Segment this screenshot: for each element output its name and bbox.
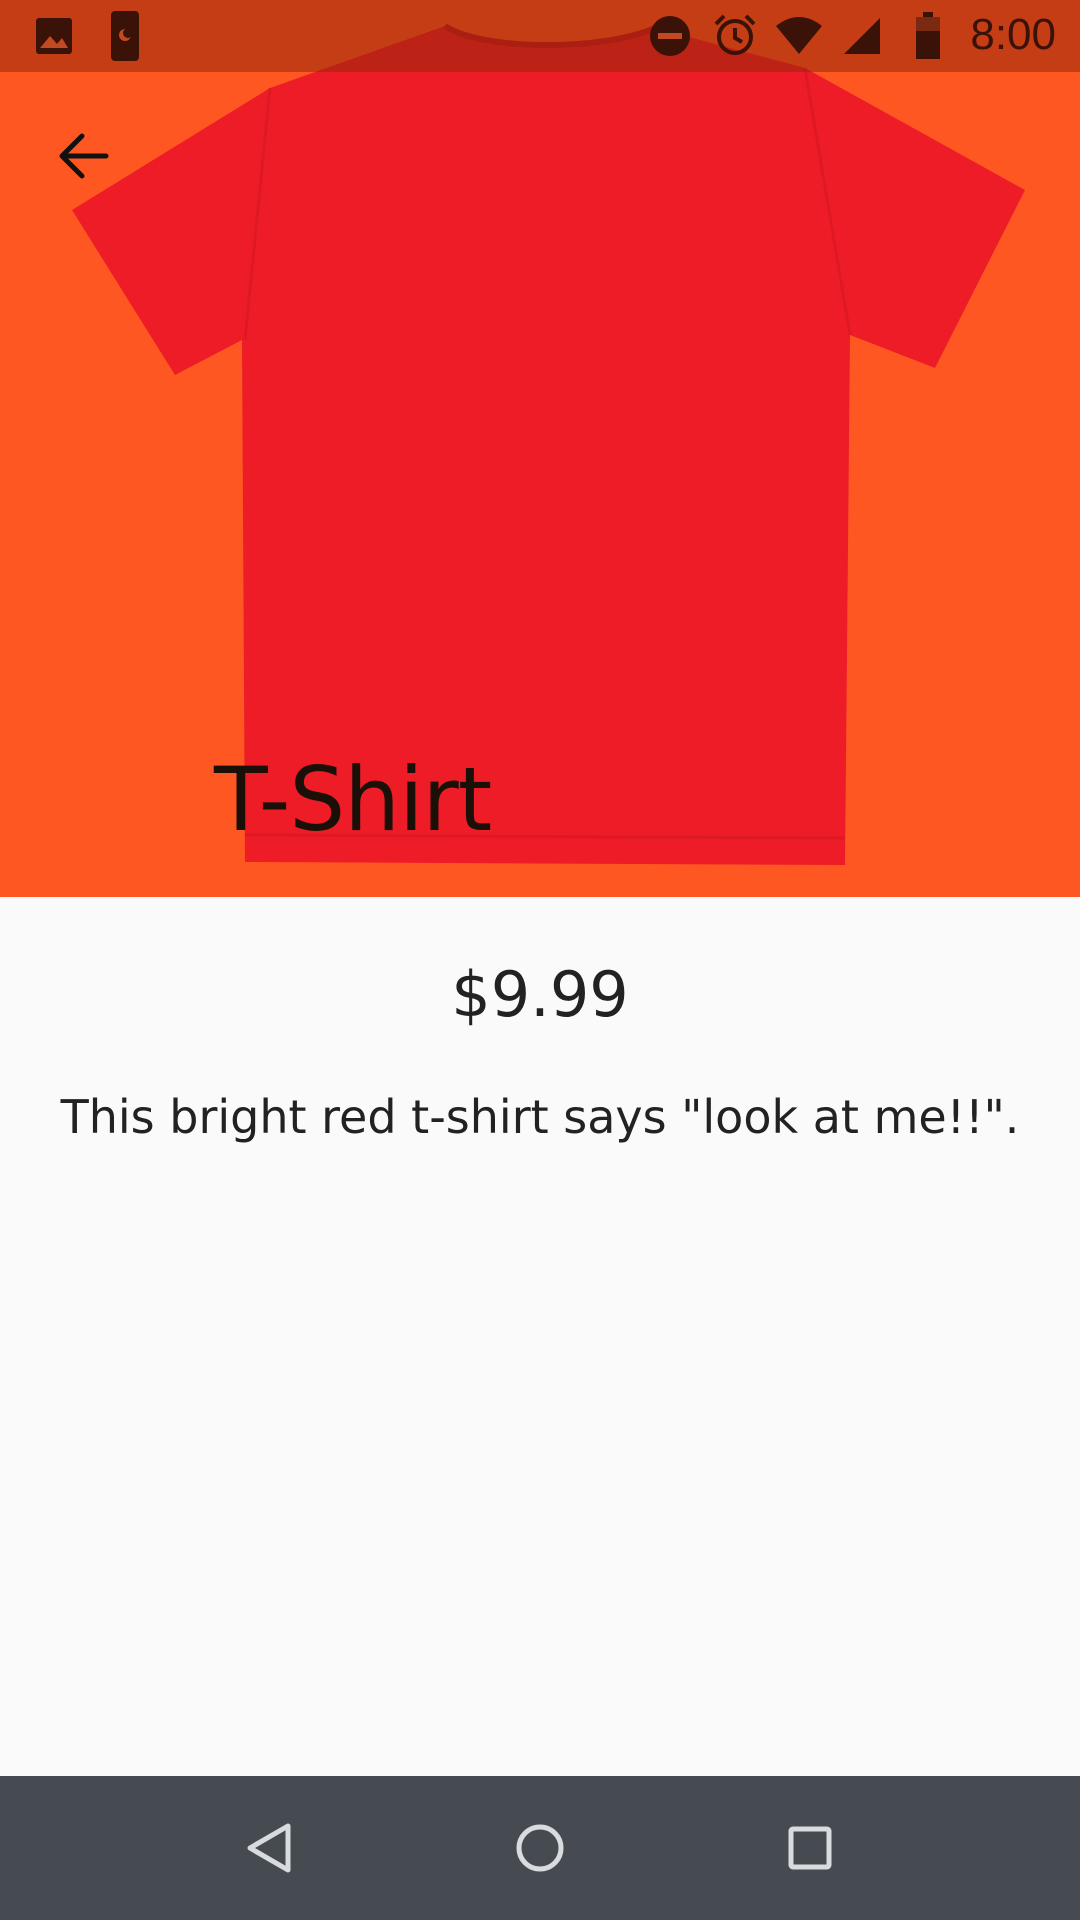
nav-back-icon[interactable] xyxy=(234,1812,306,1884)
wifi-icon xyxy=(776,17,822,54)
navigation-bar xyxy=(0,1776,1080,1920)
nav-recents-icon[interactable] xyxy=(774,1812,846,1884)
tshirt-image xyxy=(72,23,1025,865)
back-button[interactable] xyxy=(52,124,116,188)
product-hero: 8:00 T-Shirt xyxy=(0,0,1080,897)
do-not-disturb-icon xyxy=(650,16,690,56)
image-icon xyxy=(36,18,72,54)
product-title: T-Shirt xyxy=(214,748,492,851)
phone-dnd-icon xyxy=(111,11,139,61)
product-price: $9.99 xyxy=(451,958,629,1031)
arrow-back-icon xyxy=(59,133,109,179)
cellular-signal-icon xyxy=(844,18,880,54)
battery-icon xyxy=(916,12,940,59)
status-bar: 8:00 xyxy=(0,0,1080,72)
product-description: This bright red t-shirt says "look at me… xyxy=(60,1090,1020,1144)
status-time: 8:00 xyxy=(970,10,1056,59)
nav-home-icon[interactable] xyxy=(504,1812,576,1884)
alarm-icon xyxy=(714,14,756,55)
